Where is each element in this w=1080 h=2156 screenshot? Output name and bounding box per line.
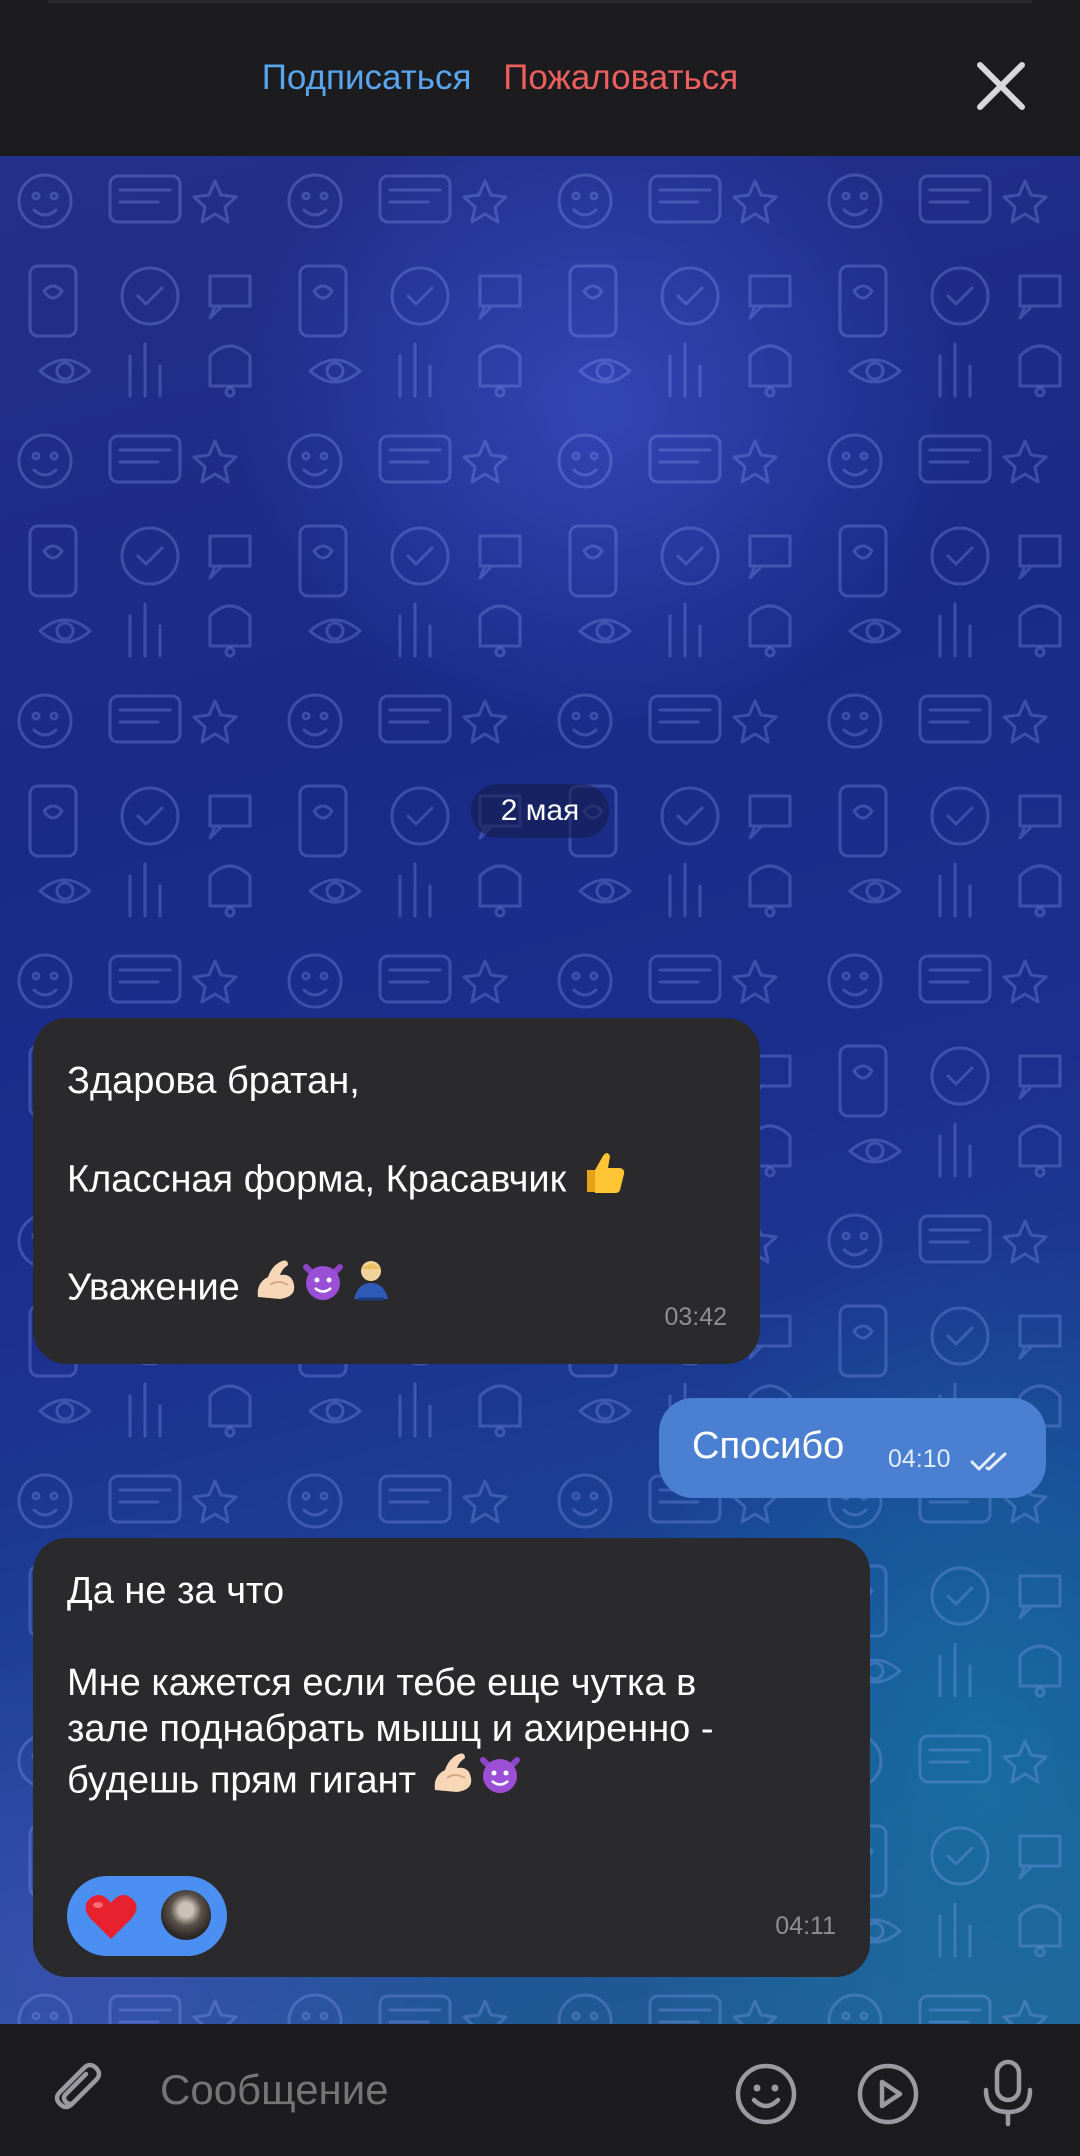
top-action-bar: Подписаться Пожаловаться bbox=[0, 0, 1080, 156]
thumbs-up-icon bbox=[577, 1146, 629, 1209]
message-composer bbox=[0, 2024, 1080, 2156]
divider bbox=[48, 0, 1032, 3]
subscribe-button[interactable]: Подписаться bbox=[262, 58, 472, 97]
message-time: 04:11 bbox=[775, 1912, 836, 1940]
smiling-devil-icon bbox=[477, 1750, 523, 1807]
message-time: 03:42 bbox=[664, 1303, 727, 1331]
message-text: Здарова братан, Классная форма, Красавчи… bbox=[67, 1058, 726, 1320]
chat-area[interactable]: 2 мая Здарова братан, Классная форма, Кр… bbox=[0, 156, 1080, 2024]
smiling-devil-icon bbox=[300, 1257, 346, 1314]
message-input[interactable] bbox=[160, 2066, 680, 2114]
report-button[interactable]: Пожаловаться bbox=[503, 58, 738, 97]
double-check-icon bbox=[970, 1438, 1014, 1484]
message-text: Да не за что Мне кажется если тебе еще ч… bbox=[67, 1568, 836, 1813]
video-message-icon[interactable] bbox=[856, 2062, 920, 2131]
flexed-biceps-icon bbox=[250, 1255, 300, 1316]
reaction-badge[interactable] bbox=[67, 1876, 227, 1956]
action-links: Подписаться Пожаловаться bbox=[0, 58, 1000, 98]
bowing-person-icon bbox=[346, 1255, 396, 1316]
red-heart-icon bbox=[84, 1893, 138, 1952]
emoji-icon[interactable] bbox=[734, 2062, 798, 2131]
message-time: 04:10 bbox=[888, 1445, 951, 1473]
incoming-message-bubble[interactable]: Здарова братан, Классная форма, Красавчи… bbox=[33, 1018, 760, 1364]
outgoing-message-bubble[interactable]: Спосибо 04:10 bbox=[659, 1398, 1046, 1498]
close-icon[interactable] bbox=[970, 55, 1032, 117]
flexed-biceps-icon bbox=[427, 1748, 477, 1809]
incoming-message-bubble[interactable]: Да не за что Мне кажется если тебе еще ч… bbox=[33, 1538, 870, 1977]
paperclip-icon[interactable] bbox=[48, 2060, 112, 2129]
microphone-icon[interactable] bbox=[978, 2058, 1038, 2133]
avatar bbox=[161, 1890, 211, 1940]
date-separator: 2 мая bbox=[471, 784, 609, 838]
